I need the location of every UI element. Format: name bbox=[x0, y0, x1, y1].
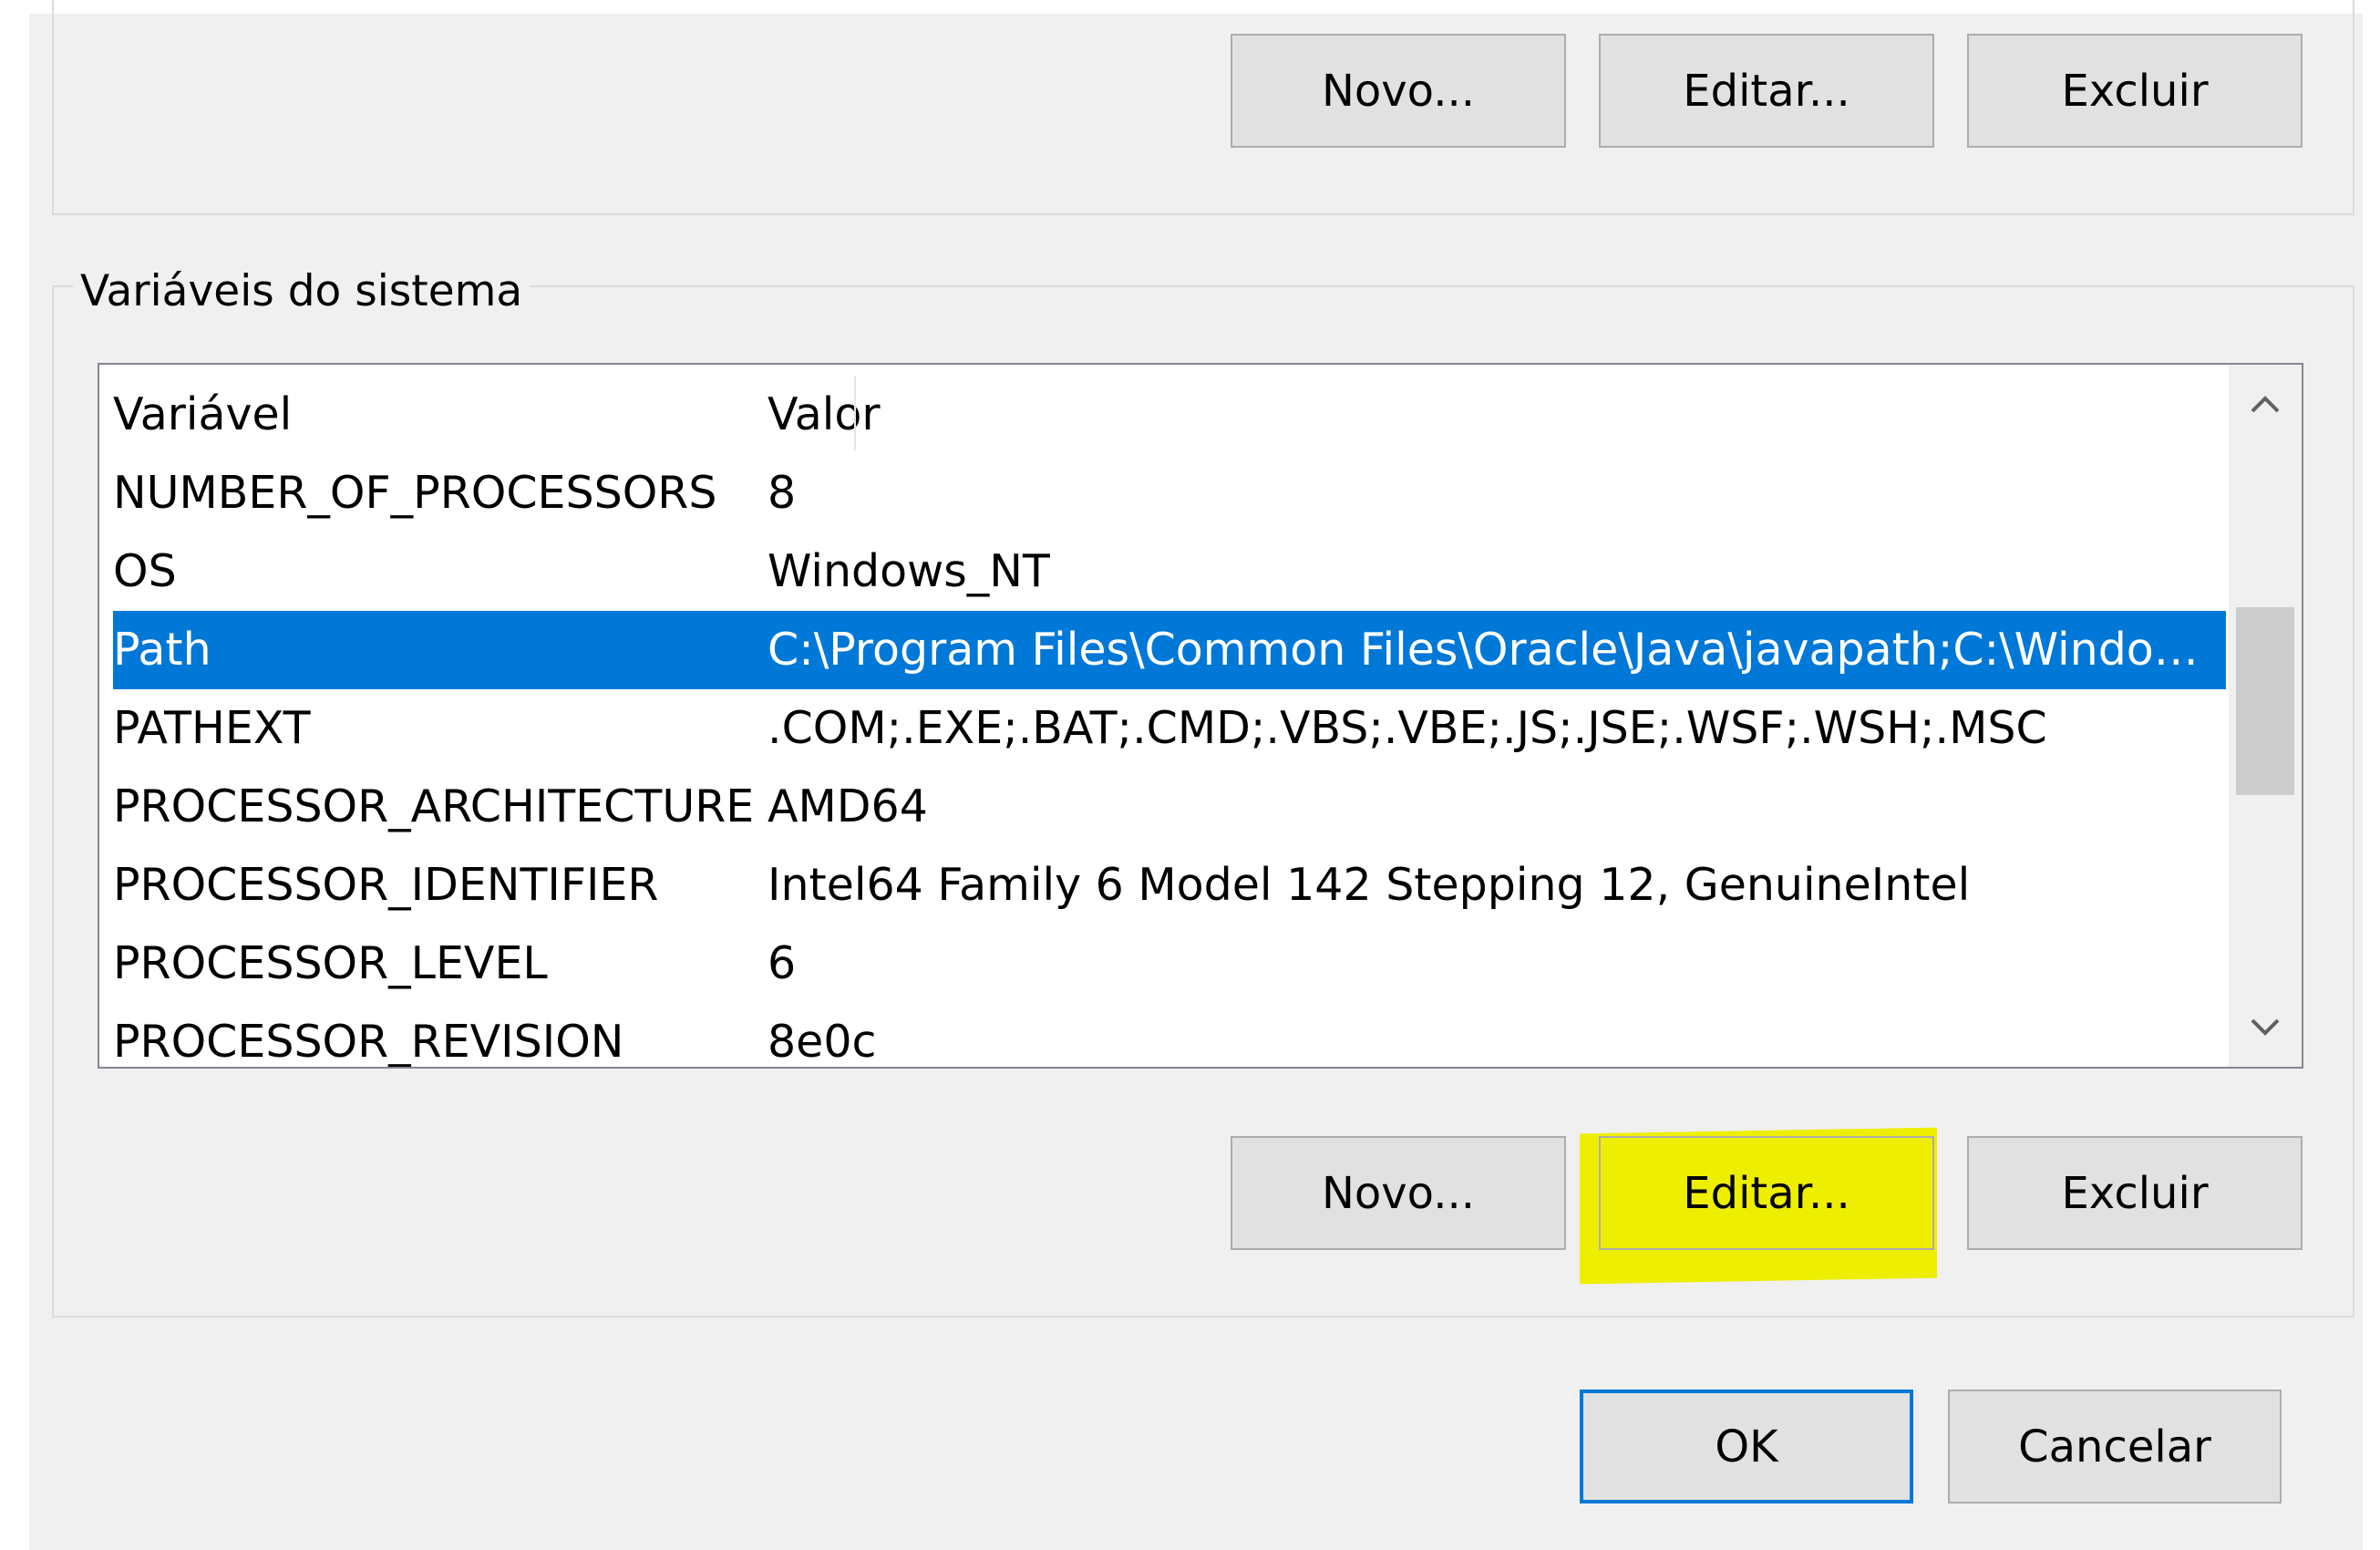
row-variable-value: Intel64 Family 6 Model 142 Stepping 12, … bbox=[768, 859, 1971, 911]
cancel-button[interactable]: Cancelar bbox=[1948, 1390, 2282, 1504]
row-variable-value: .COM;.EXE;.BAT;.CMD;.VBS;.VBE;.JS;.JSE;.… bbox=[768, 702, 2047, 754]
row-variable-value: 6 bbox=[768, 937, 797, 989]
table-row-selected[interactable]: Path C:\Program Files\Common Files\Oracl… bbox=[113, 611, 2226, 689]
table-row[interactable]: PROCESSOR_IDENTIFIER Intel64 Family 6 Mo… bbox=[113, 846, 2226, 925]
row-variable-name: OS bbox=[113, 545, 177, 597]
row-variable-name: PROCESSOR_IDENTIFIER bbox=[113, 859, 659, 911]
scrollbar-thumb[interactable] bbox=[2236, 607, 2294, 795]
row-variable-value: 8e0c bbox=[768, 1016, 877, 1068]
user-delete-button[interactable]: Excluir bbox=[1967, 34, 2303, 148]
row-variable-name: PROCESSOR_LEVEL bbox=[113, 937, 548, 989]
system-variables-list[interactable]: Variável Valor NUMBER_OF_PROCESSORS 8 OS… bbox=[98, 363, 2303, 1069]
system-edit-button[interactable]: Editar... bbox=[1599, 1136, 1934, 1250]
row-variable-value: AMD64 bbox=[768, 780, 928, 832]
user-edit-button[interactable]: Editar... bbox=[1599, 34, 1934, 148]
user-new-button[interactable]: Novo... bbox=[1231, 34, 1566, 148]
row-variable-name: Path bbox=[113, 624, 211, 676]
table-row[interactable]: PROCESSOR_REVISION 8e0c bbox=[113, 1003, 2226, 1068]
column-header-variable[interactable]: Variável bbox=[113, 376, 760, 454]
table-row[interactable]: OS Windows_NT bbox=[113, 532, 2226, 611]
table-row[interactable]: PROCESSOR_ARCHITECTURE AMD64 bbox=[113, 768, 2226, 846]
scroll-up-button[interactable] bbox=[2229, 365, 2302, 443]
scroll-down-button[interactable] bbox=[2229, 988, 2302, 1067]
system-variables-title: Variáveis do sistema bbox=[73, 264, 531, 319]
row-variable-name: PROCESSOR_ARCHITECTURE bbox=[113, 780, 755, 832]
chevron-down-icon bbox=[2251, 1018, 2280, 1036]
list-header: Variável Valor bbox=[113, 376, 2226, 454]
chevron-up-icon bbox=[2251, 396, 2280, 413]
system-delete-button[interactable]: Excluir bbox=[1967, 1136, 2303, 1250]
column-divider[interactable] bbox=[854, 376, 856, 450]
table-row[interactable]: PATHEXT .COM;.EXE;.BAT;.CMD;.VBS;.VBE;.J… bbox=[113, 689, 2226, 768]
row-variable-value: Windows_NT bbox=[768, 545, 1050, 597]
row-variable-value: 8 bbox=[768, 467, 797, 519]
row-variable-name: NUMBER_OF_PROCESSORS bbox=[113, 467, 717, 519]
table-row[interactable]: PROCESSOR_LEVEL 6 bbox=[113, 925, 2226, 1003]
row-variable-name: PATHEXT bbox=[113, 702, 311, 754]
column-header-value[interactable]: Valor bbox=[768, 376, 2217, 454]
ok-button[interactable]: OK bbox=[1580, 1390, 1913, 1504]
vertical-scrollbar[interactable] bbox=[2229, 365, 2302, 1067]
table-row[interactable]: NUMBER_OF_PROCESSORS 8 bbox=[113, 454, 2226, 532]
row-variable-value: C:\Program Files\Common Files\Oracle\Jav… bbox=[768, 624, 2217, 676]
system-new-button[interactable]: Novo... bbox=[1231, 1136, 1566, 1250]
row-variable-name: PROCESSOR_REVISION bbox=[113, 1016, 624, 1068]
